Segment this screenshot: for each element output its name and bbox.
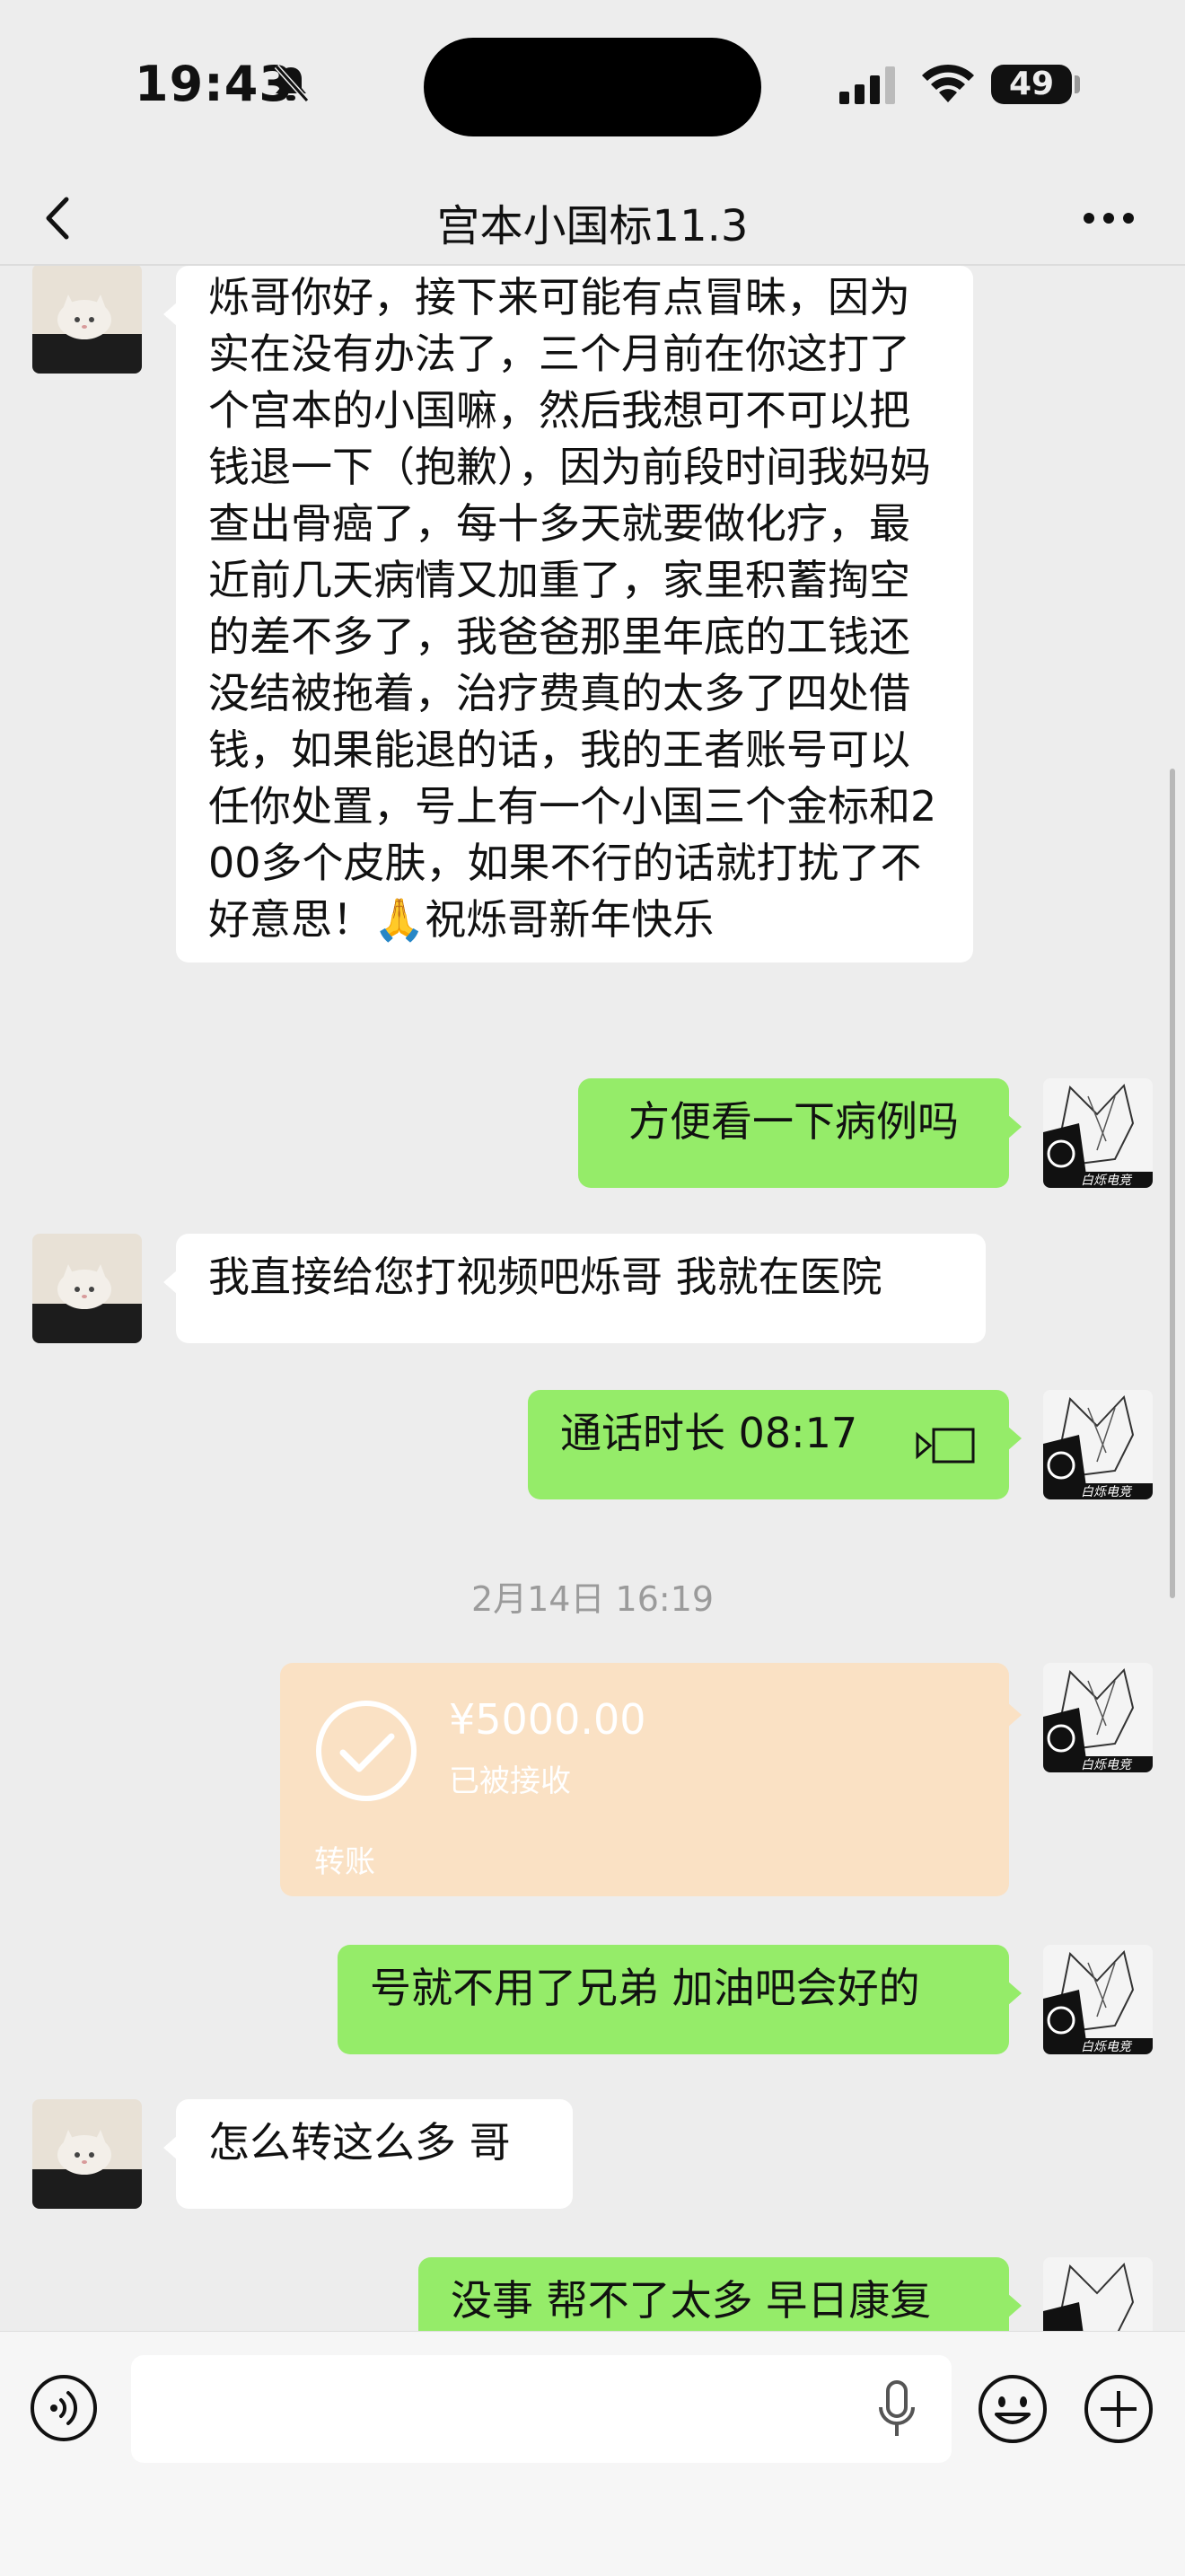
battery-tip <box>1075 75 1080 93</box>
battery-indicator: 49 <box>991 65 1072 104</box>
scrollbar[interactable] <box>1170 769 1175 1598</box>
check-circle-icon <box>316 1701 417 1801</box>
my-avatar[interactable]: 白烁电竞 <box>1043 1663 1153 1772</box>
svg-text:白烁电竞: 白烁电竞 <box>1081 2040 1133 2054</box>
transfer-card[interactable]: ¥5000.00 已被接收 转账 <box>280 1663 1022 1896</box>
svg-text:白烁电竞: 白烁电竞 <box>1081 1174 1133 1188</box>
svg-text:白烁电竞: 白烁电竞 <box>1081 1485 1133 1499</box>
status-time: 19:43 <box>135 56 294 112</box>
voice-mode-icon[interactable] <box>29 2373 99 2443</box>
contact-avatar[interactable] <box>32 266 142 374</box>
input-bar <box>0 2331 1185 2576</box>
call-duration-text: 通话时长 08:17 <box>560 1409 858 1457</box>
message-bubble-incoming[interactable]: 烁哥你好，接下来可能有点冒昧，因为实在没有办法了，三个月前在你这打了个宫本的小国… <box>163 266 973 963</box>
chat-header: 宫本小国标11.3 <box>0 171 1185 266</box>
message-timestamp: 2月14日 16:19 <box>470 1579 715 1619</box>
my-avatar[interactable] <box>1043 2257 1153 2331</box>
svg-text:白烁电竞: 白烁电竞 <box>1081 1758 1133 1772</box>
my-avatar[interactable]: 白烁电竞 <box>1043 1078 1153 1188</box>
message-list[interactable]: 烁哥你好，接下来可能有点冒昧，因为实在没有办法了，三个月前在你这打了个宫本的小国… <box>0 266 1185 2331</box>
wifi-icon <box>922 64 974 102</box>
bell-muted-icon <box>274 64 310 103</box>
message-bubble-incoming[interactable]: 怎么转这么多 哥 <box>163 2099 573 2209</box>
dynamic-island <box>424 38 761 136</box>
my-avatar[interactable]: 白烁电竞 <box>1043 1945 1153 2054</box>
my-avatar[interactable]: 白烁电竞 <box>1043 1390 1153 1499</box>
status-bar: 19:43 49 <box>0 0 1185 171</box>
message-input[interactable] <box>131 2355 952 2463</box>
microphone-icon[interactable] <box>876 2378 917 2440</box>
transfer-label: 转账 <box>314 1844 375 1880</box>
call-record-bubble[interactable]: 通话时长 08:17 <box>528 1390 1022 1499</box>
more-options-icon[interactable] <box>1073 187 1145 250</box>
message-bubble-outgoing[interactable]: 方便看一下病例吗 <box>578 1078 1022 1188</box>
contact-avatar[interactable] <box>32 2099 142 2209</box>
contact-avatar[interactable] <box>32 1234 142 1343</box>
plus-icon[interactable] <box>1083 2373 1154 2445</box>
message-bubble-outgoing[interactable]: 没事 帮不了太多 早日康复 <box>418 2257 1022 2331</box>
message-bubble-outgoing[interactable]: 号就不用了兄弟 加油吧会好的 <box>338 1945 1022 2054</box>
cellular-signal-icon <box>839 66 895 104</box>
transfer-status: 已被接收 <box>449 1763 571 1799</box>
emoji-icon[interactable] <box>977 2373 1049 2445</box>
transfer-amount: ¥5000.00 <box>449 1695 646 1744</box>
chat-title: 宫本小国标11.3 <box>436 201 749 251</box>
message-bubble-incoming[interactable]: 我直接给您打视频吧烁哥 我就在医院 <box>163 1234 986 1343</box>
video-call-icon <box>916 1428 975 1464</box>
